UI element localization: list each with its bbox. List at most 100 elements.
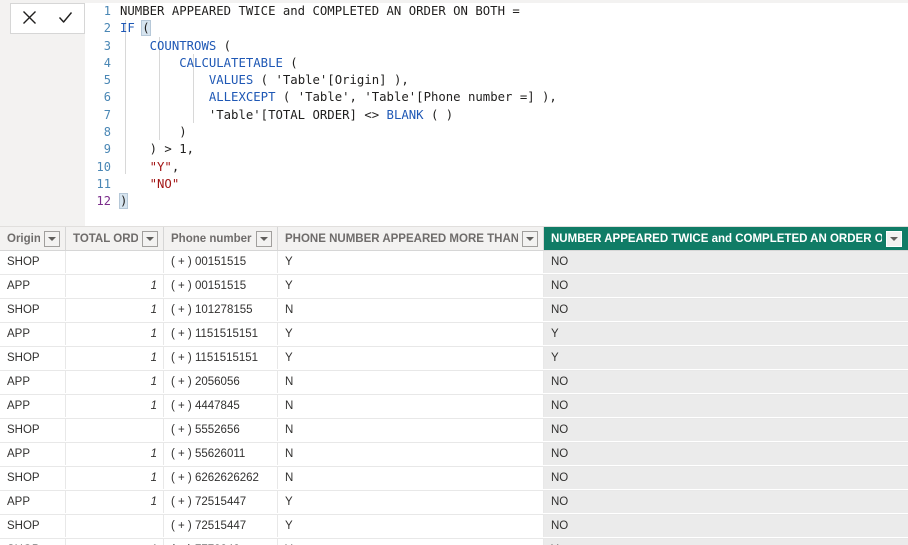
cell-total-order[interactable] <box>66 515 164 537</box>
cell-appeared-more-than-once[interactable]: Y <box>278 323 544 345</box>
table-row[interactable]: APP 1 ( + ) 00151515 Y NO <box>0 275 908 299</box>
table-row[interactable]: SHOP1( + ) 7778848YY <box>0 539 908 545</box>
cell-phone[interactable]: ( + ) 4447845 <box>164 395 278 417</box>
cell-appeared-more-than-once[interactable]: Y <box>278 515 544 537</box>
table-row[interactable]: APP 1 ( + ) 1151515151 Y Y <box>0 323 908 347</box>
cell-twice-and-order-both[interactable]: NO <box>544 467 908 489</box>
code-line[interactable]: 1 NUMBER APPEARED TWICE and COMPLETED AN … <box>85 3 908 20</box>
cell-twice-and-order-both[interactable]: NO <box>544 275 908 297</box>
cell-origin[interactable]: SHOP <box>0 299 66 321</box>
cell-phone[interactable]: ( + ) 00151515 <box>164 251 278 273</box>
cell-origin[interactable]: SHOP <box>0 419 66 441</box>
code-line[interactable]: 10 "Y", <box>85 159 908 176</box>
cell-twice-and-order-both[interactable]: Y <box>544 323 908 345</box>
cell-twice-and-order-both[interactable]: NO <box>544 491 908 513</box>
table-row[interactable]: SHOP 1 ( + ) 101278155 N NO <box>0 299 908 323</box>
code-line[interactable]: 4 CALCULATETABLE ( <box>85 55 908 72</box>
cell-phone[interactable]: ( + ) 2056056 <box>164 371 278 393</box>
cell-phone[interactable]: ( + ) 5552656 <box>164 419 278 441</box>
code-line[interactable]: 5 VALUES ( 'Table'[Origin] ), <box>85 72 908 89</box>
code-line[interactable]: 3 COUNTROWS ( <box>85 38 908 55</box>
cell-origin[interactable]: APP <box>0 371 66 393</box>
chevron-down-icon[interactable] <box>44 230 60 247</box>
cell-appeared-more-than-once[interactable]: Y <box>278 275 544 297</box>
column-header-twice-and-order-both[interactable]: NUMBER APPEARED TWICE and COMPLETED AN O… <box>544 227 908 250</box>
cell-origin[interactable]: SHOP <box>0 251 66 273</box>
cell-twice-and-order-both[interactable]: NO <box>544 299 908 321</box>
cell-appeared-more-than-once[interactable]: N <box>278 299 544 321</box>
cell-origin[interactable]: APP <box>0 491 66 513</box>
cell-appeared-more-than-once[interactable]: N <box>278 419 544 441</box>
cell-total-order[interactable]: 1 <box>66 539 164 545</box>
cell-total-order[interactable]: 1 <box>66 299 164 321</box>
cell-phone[interactable]: ( + ) 72515447 <box>164 491 278 513</box>
chevron-down-icon[interactable] <box>142 230 158 247</box>
cell-total-order[interactable]: 1 <box>66 323 164 345</box>
cell-twice-and-order-both[interactable]: NO <box>544 371 908 393</box>
cell-phone[interactable]: ( + ) 101278155 <box>164 299 278 321</box>
dax-code-editor[interactable]: 1 NUMBER APPEARED TWICE and COMPLETED AN … <box>85 3 908 226</box>
table-row[interactable]: SHOP ( + ) 00151515 Y NO <box>0 251 908 275</box>
code-line[interactable]: 9 ) > 1, <box>85 141 908 158</box>
table-row[interactable]: SHOP ( + ) 72515447 Y NO <box>0 515 908 539</box>
cell-appeared-more-than-once[interactable]: Y <box>278 251 544 273</box>
cell-total-order[interactable] <box>66 251 164 273</box>
cell-origin[interactable]: APP <box>0 323 66 345</box>
cell-origin[interactable]: SHOP <box>0 347 66 369</box>
cell-total-order[interactable]: 1 <box>66 443 164 465</box>
cell-appeared-more-than-once[interactable]: Y <box>278 539 544 545</box>
cell-total-order[interactable]: 1 <box>66 395 164 417</box>
table-row[interactable]: SHOP ( + ) 5552656 N NO <box>0 419 908 443</box>
column-header-total-order[interactable]: TOTAL ORDER <box>66 227 164 250</box>
cell-phone[interactable]: ( + ) 6262626262 <box>164 467 278 489</box>
cell-phone[interactable]: ( + ) 1151515151 <box>164 323 278 345</box>
cell-appeared-more-than-once[interactable]: N <box>278 443 544 465</box>
cell-twice-and-order-both[interactable]: NO <box>544 515 908 537</box>
table-row[interactable]: APP 1 ( + ) 2056056 N NO <box>0 371 908 395</box>
cell-origin[interactable]: SHOP <box>0 467 66 489</box>
cell-origin[interactable]: APP <box>0 275 66 297</box>
cell-appeared-more-than-once[interactable]: N <box>278 371 544 393</box>
cell-phone[interactable]: ( + ) 72515447 <box>164 515 278 537</box>
code-line[interactable]: 12) <box>85 193 908 210</box>
table-row[interactable]: APP 1 ( + ) 4447845 N NO <box>0 395 908 419</box>
chevron-down-icon[interactable] <box>522 230 538 247</box>
code-line[interactable]: 8 ) <box>85 124 908 141</box>
cell-appeared-more-than-once[interactable]: N <box>278 467 544 489</box>
cell-phone[interactable]: ( + ) 00151515 <box>164 275 278 297</box>
cell-phone[interactable]: ( + ) 1151515151 <box>164 347 278 369</box>
cell-origin[interactable]: SHOP <box>0 539 66 545</box>
cell-twice-and-order-both[interactable]: Y <box>544 347 908 369</box>
cell-phone[interactable]: ( + ) 55626011 <box>164 443 278 465</box>
cell-total-order[interactable]: 1 <box>66 467 164 489</box>
table-row[interactable]: APP 1 ( + ) 72515447 Y NO <box>0 491 908 515</box>
cell-twice-and-order-both[interactable]: NO <box>544 443 908 465</box>
chevron-down-icon[interactable] <box>256 230 272 247</box>
table-row[interactable]: SHOP 1 ( + ) 1151515151 Y Y <box>0 347 908 371</box>
cell-origin[interactable]: APP <box>0 443 66 465</box>
cell-appeared-more-than-once[interactable]: Y <box>278 491 544 513</box>
code-line[interactable]: 6 ALLEXCEPT ( 'Table', 'Table'[Phone num… <box>85 89 908 106</box>
cell-twice-and-order-both[interactable]: NO <box>544 395 908 417</box>
code-line[interactable]: 2 IF ( <box>85 20 908 37</box>
table-row[interactable]: SHOP 1 ( + ) 6262626262 N NO <box>0 467 908 491</box>
cell-appeared-more-than-once[interactable]: Y <box>278 347 544 369</box>
cell-twice-and-order-both[interactable]: NO <box>544 251 908 273</box>
table-row[interactable]: APP 1 ( + ) 55626011 N NO <box>0 443 908 467</box>
apply-formula-button[interactable] <box>51 5 81 32</box>
cell-total-order[interactable]: 1 <box>66 275 164 297</box>
cell-origin[interactable]: APP <box>0 395 66 417</box>
cell-origin[interactable]: SHOP <box>0 515 66 537</box>
cell-twice-and-order-both[interactable]: NO <box>544 419 908 441</box>
column-header-appeared-more-than-once[interactable]: PHONE NUMBER APPEARED MORE THAN ONCE <box>278 227 544 250</box>
code-line[interactable]: 11 "NO" <box>85 176 908 193</box>
cell-appeared-more-than-once[interactable]: N <box>278 395 544 417</box>
chevron-down-icon[interactable] <box>886 230 902 247</box>
cell-total-order[interactable]: 1 <box>66 371 164 393</box>
cell-twice-and-order-both[interactable]: Y <box>544 539 908 545</box>
cancel-formula-button[interactable] <box>14 5 44 32</box>
code-line[interactable]: 7 'Table'[TOTAL ORDER] <> BLANK ( ) <box>85 107 908 124</box>
cell-total-order[interactable] <box>66 419 164 441</box>
cell-total-order[interactable]: 1 <box>66 491 164 513</box>
cell-total-order[interactable]: 1 <box>66 347 164 369</box>
